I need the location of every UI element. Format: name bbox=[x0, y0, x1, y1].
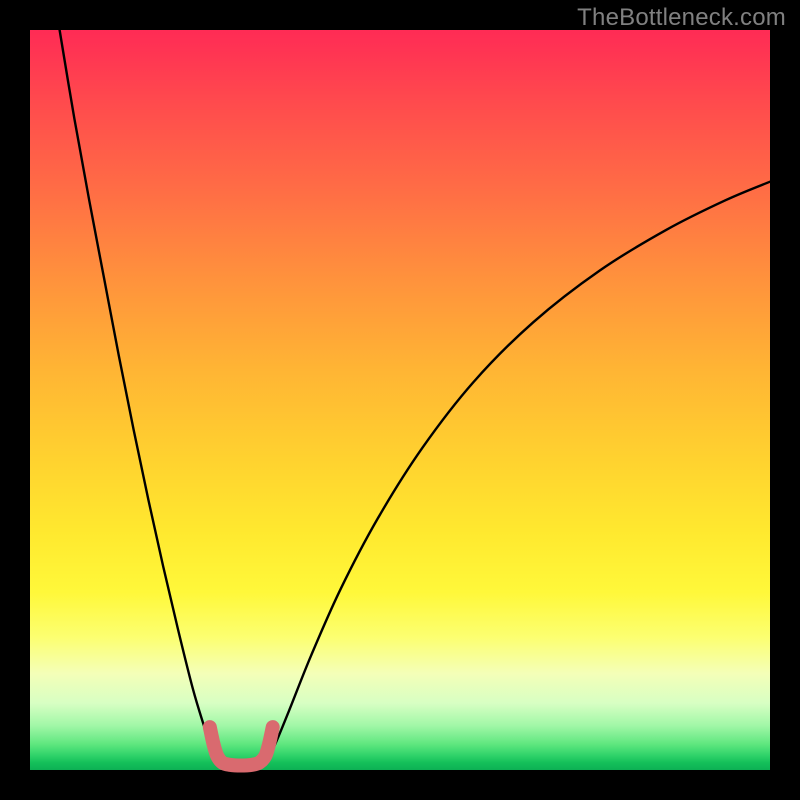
plot-area bbox=[30, 30, 770, 770]
curve-left-branch bbox=[60, 30, 218, 761]
curve-layer bbox=[30, 30, 770, 770]
curve-right-branch bbox=[265, 182, 770, 761]
chart-stage: TheBottleneck.com bbox=[0, 0, 800, 800]
attribution-text: TheBottleneck.com bbox=[577, 4, 786, 32]
valley-marker bbox=[210, 727, 273, 765]
